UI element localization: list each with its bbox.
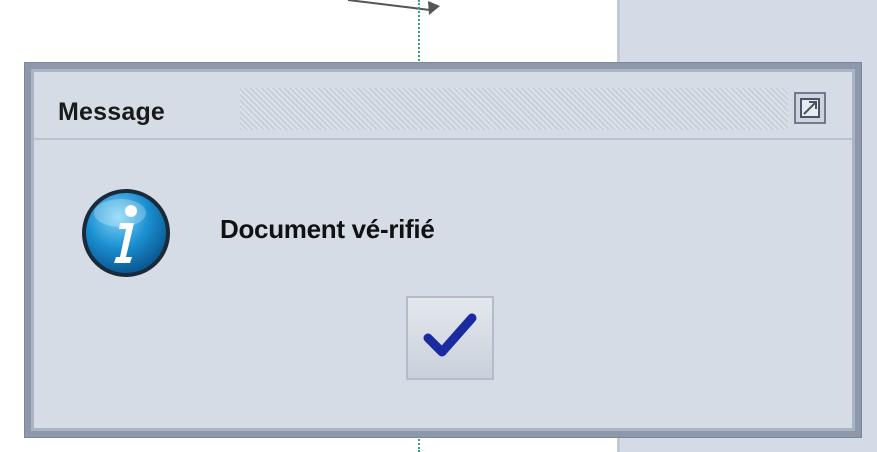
- message-text: Document vé-rifié: [220, 214, 435, 244]
- screen: Message Document vé-rifié: [0, 0, 877, 452]
- checkmark-icon: [423, 313, 477, 357]
- ok-button[interactable]: [406, 296, 494, 380]
- info-icon: [82, 189, 170, 277]
- dialog-titlebar[interactable]: Message: [34, 72, 852, 140]
- dialog-title: Message: [58, 98, 166, 126]
- dialog-content: Document vé-rifié: [34, 140, 852, 428]
- dialog-body: Message Document vé-rifié: [31, 69, 855, 431]
- maximize-button[interactable]: [794, 92, 826, 124]
- maximize-icon: [800, 98, 820, 118]
- message-dialog: Message Document vé-rifié: [24, 62, 862, 438]
- titlebar-grip[interactable]: [240, 88, 788, 130]
